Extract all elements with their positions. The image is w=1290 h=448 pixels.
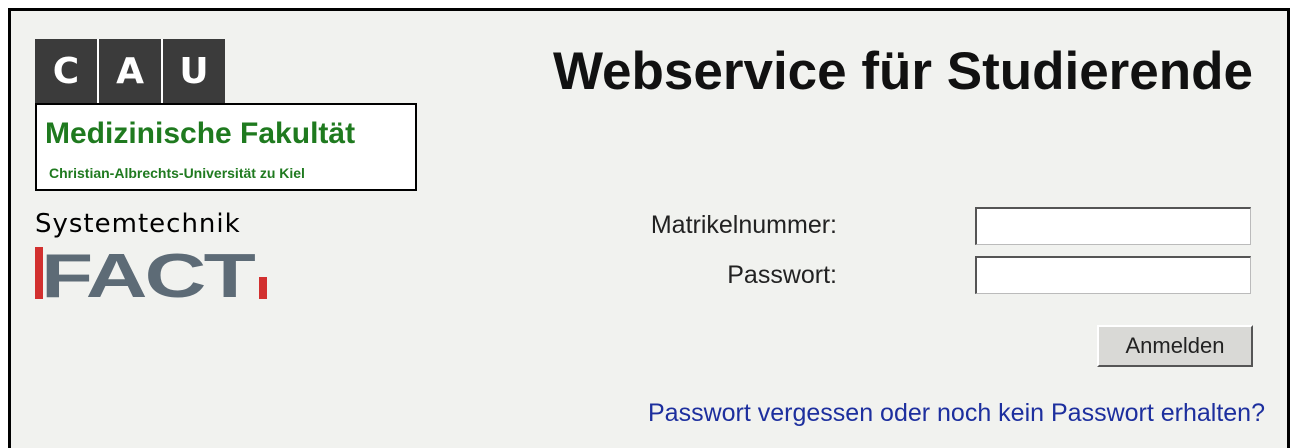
matrikel-label: Matrikelnummer:: [650, 211, 837, 239]
password-label: Passwort:: [727, 261, 837, 289]
faculty-name: Medizinische Fakultät: [45, 117, 356, 150]
matrikel-input[interactable]: [975, 207, 1251, 245]
cau-logo: C A U: [35, 39, 225, 103]
faculty-logo-box: Medizinische Fakultät Christian-Albrecht…: [35, 103, 417, 191]
page-title: Webservice für Studierende: [552, 42, 1253, 101]
cau-letter-u: U: [161, 39, 225, 103]
fact-logo: FACT: [35, 247, 267, 299]
forgot-password-link[interactable]: Passwort vergessen oder noch kein Passwo…: [648, 399, 1265, 428]
cau-letter-a: A: [97, 39, 161, 103]
university-name: Christian-Albrechts-Universität zu Kiel: [49, 165, 305, 181]
cau-letter-c: C: [35, 39, 97, 103]
password-input[interactable]: [975, 256, 1251, 294]
page-frame: C A U Medizinische Fakultät Christian-Al…: [8, 8, 1290, 448]
fact-logo-text: FACT: [41, 247, 256, 299]
systemtechnik-label: Systemtechnik: [35, 209, 241, 239]
login-button[interactable]: Anmelden: [1097, 325, 1253, 367]
